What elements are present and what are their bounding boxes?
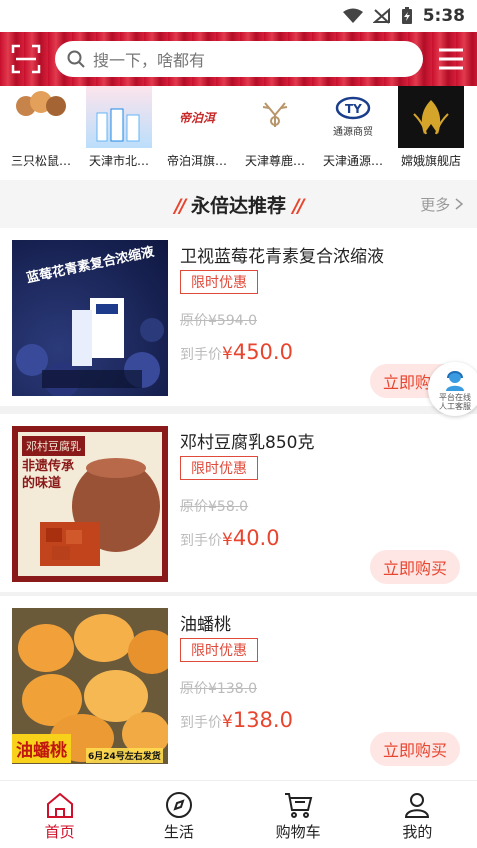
currency-symbol: ¥ xyxy=(222,344,233,364)
shop-logo: TY 通源商贸 xyxy=(320,86,386,148)
nav-mine[interactable]: 我的 xyxy=(358,781,477,848)
nav-cart[interactable]: 购物车 xyxy=(239,781,358,848)
hamburger-menu-icon xyxy=(439,48,463,70)
service-label-1: 平台在线 xyxy=(439,393,471,402)
battery-charging-icon xyxy=(401,7,412,24)
final-price-amount: 450.0 xyxy=(232,340,293,364)
menu-button[interactable] xyxy=(437,45,465,73)
nav-home[interactable]: 首页 xyxy=(0,781,119,848)
user-icon xyxy=(405,793,430,818)
currency-symbol: ¥ xyxy=(222,712,233,732)
shop-logo xyxy=(242,86,308,148)
shop-strip: 三只松鼠… 天津市北… 帝泊洱 帝泊洱旗… 天津尊鹿… TY 通源商贸 天津通源… xyxy=(0,86,477,178)
more-label: 更多 xyxy=(420,196,451,214)
svg-text:TY: TY xyxy=(345,102,362,116)
shop-name: 天津通源… xyxy=(322,154,383,168)
shop-item[interactable]: 帝泊洱 帝泊洱旗… xyxy=(164,86,230,178)
product-image-title: 油蟠桃 xyxy=(12,734,71,763)
shop-name: 帝泊洱旗… xyxy=(166,154,227,168)
shop-logo: 帝泊洱 xyxy=(164,86,230,148)
product-name: 邓村豆腐乳850克 xyxy=(180,433,315,453)
final-price-label: 到手价 xyxy=(180,715,222,731)
product-card[interactable]: 蓝莓花青素复合浓缩液 卫视蓝莓花青素复合浓缩液 限时优惠 原价¥594.0 到手… xyxy=(0,228,477,406)
recommend-section-header: // 永倍达推荐 // 更多 xyxy=(0,180,477,228)
search-icon xyxy=(67,50,85,68)
status-bar: 5:38 xyxy=(0,0,477,32)
nav-life[interactable]: 生活 xyxy=(119,781,238,848)
product-card[interactable]: 油蟠桃 6月24号左右发货 油蟠桃 限时优惠 原价¥138.0 到手价 ¥ 13… xyxy=(0,596,477,774)
shop-logo xyxy=(8,86,74,148)
nav-label: 首页 xyxy=(44,823,75,841)
card-divider xyxy=(0,406,477,414)
service-label-2: 人工客服 xyxy=(439,402,471,411)
final-price-amount: 138.0 xyxy=(232,708,293,732)
search-placeholder: 搜一下，啥都有 xyxy=(93,51,206,70)
clock: 5:38 xyxy=(422,6,465,26)
final-price-label: 到手价 xyxy=(180,347,222,363)
shop-name: 天津市北… xyxy=(88,154,149,168)
product-image-title: 邓村豆腐乳 xyxy=(22,436,85,456)
more-link[interactable]: 更多 xyxy=(420,194,464,215)
buy-now-button[interactable]: 立即购买 xyxy=(370,732,460,766)
original-price: 原价¥58.0 xyxy=(180,499,249,515)
home-icon xyxy=(46,792,73,818)
product-image-subtitle: 6月24号左右发货 xyxy=(86,748,163,763)
shop-logo-text: 通源商贸 xyxy=(333,127,373,138)
product-image: 蓝莓花青素复合浓缩液 xyxy=(12,240,168,396)
shop-item[interactable]: 天津市北… xyxy=(86,86,152,178)
slash-decoration: // xyxy=(292,195,305,217)
shop-logo xyxy=(398,86,464,148)
product-image: 邓村豆腐乳 非遗传承的味道 xyxy=(12,426,168,582)
promo-badge: 限时优惠 xyxy=(180,638,258,662)
section-title: // 永倍达推荐 // xyxy=(0,191,477,218)
shop-item[interactable]: 嫦娥旗舰店 xyxy=(398,86,464,178)
bottom-navigation: 首页 生活 购物车 我的 xyxy=(0,780,477,848)
customer-service-button[interactable]: 平台在线 人工客服 xyxy=(428,362,477,416)
nav-label: 生活 xyxy=(163,823,194,841)
wifi-icon xyxy=(342,8,363,23)
final-price: 到手价 ¥ 40.0 xyxy=(180,526,280,550)
product-name: 油蟠桃 xyxy=(180,615,231,635)
product-image-slogan: 非遗传承的味道 xyxy=(22,459,75,491)
final-price-label: 到手价 xyxy=(180,533,222,549)
product-image: 油蟠桃 6月24号左右发货 xyxy=(12,608,168,764)
scan-icon xyxy=(11,44,41,74)
no-signal-icon xyxy=(372,8,390,24)
promo-badge: 限时优惠 xyxy=(180,456,258,480)
top-header: 搜一下，啥都有 xyxy=(0,32,477,86)
product-name: 卫视蓝莓花青素复合浓缩液 xyxy=(180,247,384,267)
shop-item[interactable]: TY 通源商贸 天津通源… xyxy=(320,86,386,178)
cart-icon xyxy=(285,793,313,818)
shop-name: 天津尊鹿… xyxy=(244,154,305,168)
section-title-text: 永倍达推荐 xyxy=(190,195,286,217)
shop-name: 三只松鼠… xyxy=(10,154,71,168)
final-price-amount: 40.0 xyxy=(232,526,280,550)
scan-button[interactable] xyxy=(10,43,42,75)
shop-name: 嫦娥旗舰店 xyxy=(400,154,461,168)
chevron-right-icon xyxy=(455,198,464,210)
original-price: 原价¥594.0 xyxy=(180,313,257,329)
nav-label: 购物车 xyxy=(275,823,321,841)
shop-item[interactable]: 三只松鼠… xyxy=(8,86,74,178)
compass-icon xyxy=(165,792,192,818)
nav-label: 我的 xyxy=(402,823,433,841)
shop-logo-text: 帝泊洱 xyxy=(178,110,215,125)
shop-logo xyxy=(86,86,152,148)
original-price: 原价¥138.0 xyxy=(180,681,257,697)
product-card[interactable]: 邓村豆腐乳 非遗传承的味道 邓村豆腐乳850克 限时优惠 原价¥58.0 到手价… xyxy=(0,414,477,592)
search-bar[interactable]: 搜一下，啥都有 xyxy=(55,41,423,77)
promo-badge: 限时优惠 xyxy=(180,270,258,294)
headset-agent-icon xyxy=(446,371,464,391)
slash-decoration: // xyxy=(174,195,186,217)
currency-symbol: ¥ xyxy=(222,530,233,550)
final-price: 到手价 ¥ 450.0 xyxy=(180,340,293,364)
shop-item[interactable]: 天津尊鹿… xyxy=(242,86,308,178)
final-price: 到手价 ¥ 138.0 xyxy=(180,708,293,732)
buy-now-button[interactable]: 立即购买 xyxy=(370,550,460,584)
